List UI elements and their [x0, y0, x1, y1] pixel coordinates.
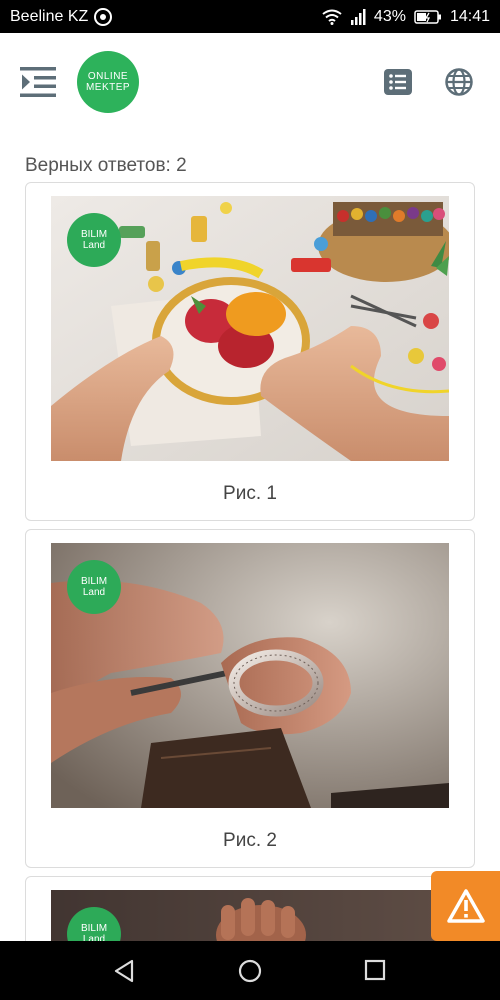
status-right: 43% 14:41 [322, 8, 490, 26]
badge-line1: BILIM [80, 576, 108, 587]
recents-button[interactable] [364, 959, 386, 986]
status-bar: Beeline KZ 43% 14:41 [0, 0, 500, 33]
globe-icon [445, 68, 473, 96]
badge-line1: BILIM [80, 229, 108, 240]
logo-line1: ONLINE [87, 71, 129, 82]
warning-icon [446, 889, 485, 923]
menu-collapse-icon [20, 67, 56, 97]
list-icon [384, 69, 412, 95]
screen: Beeline KZ 43% 14:41 ONLINE MEKTEP Верны… [0, 0, 500, 1000]
figure-caption: Рис. 2 [223, 830, 277, 851]
list-button[interactable] [384, 69, 412, 95]
bilim-land-badge: BILIM Land [67, 213, 121, 267]
jeweler-ring-photo: BILIM Land [51, 543, 449, 808]
menu-button[interactable] [20, 65, 56, 99]
home-button[interactable] [238, 959, 262, 988]
figure-caption: Рис. 1 [223, 483, 277, 504]
figure-card-1: BILIM Land Рис. 1 [25, 182, 475, 521]
badge-line2: Land [82, 240, 106, 251]
language-button[interactable] [445, 68, 473, 96]
back-triangle-icon [114, 959, 134, 983]
correct-answers-text: Верных ответов: 2 [25, 155, 187, 176]
whatsapp-icon [94, 7, 113, 26]
status-left: Beeline KZ [10, 7, 113, 26]
battery-icon [414, 9, 441, 24]
badge-line2: Land [82, 587, 106, 598]
report-problem-button[interactable] [431, 871, 500, 941]
back-button[interactable] [113, 959, 135, 988]
recents-square-icon [364, 959, 386, 981]
battery-percent: 43% [373, 7, 406, 25]
app-header: ONLINE MEKTEP [0, 33, 500, 133]
badge-line1: BILIM [80, 923, 108, 934]
home-circle-icon [238, 959, 262, 983]
figure-card-2: BILIM Land Рис. 2 [25, 529, 475, 868]
online-mektep-logo[interactable]: ONLINE MEKTEP [77, 51, 139, 113]
carrier-name: Beeline KZ [10, 7, 89, 25]
logo-line2: MEKTEP [85, 82, 131, 93]
clock: 14:41 [449, 7, 490, 25]
bilim-land-badge: BILIM Land [67, 560, 121, 614]
embroidery-photo: BILIM Land [51, 196, 449, 461]
wifi-icon [322, 9, 342, 25]
system-nav-bar [0, 941, 500, 1000]
signal-icon [350, 8, 366, 25]
